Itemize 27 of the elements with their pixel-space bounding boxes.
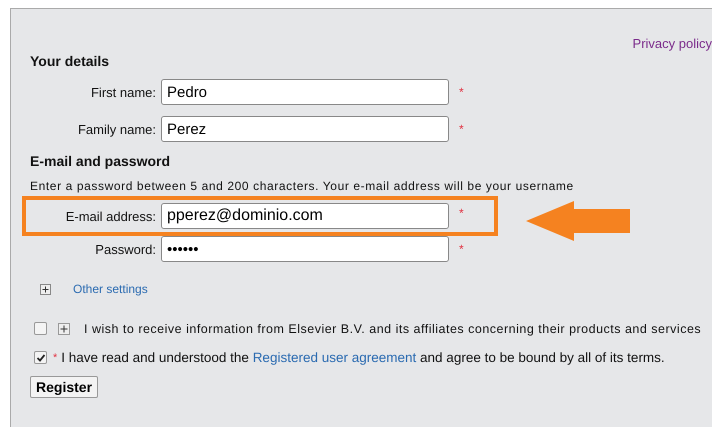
required-mark: * (53, 352, 58, 364)
privacy-policy-link[interactable]: Privacy policy (632, 36, 712, 51)
section-heading: E-mail and password (30, 153, 172, 169)
required-mark: * (459, 242, 464, 256)
checkbox[interactable] (34, 322, 47, 335)
required-mark: * (459, 85, 464, 99)
consent-text: I wish to receive information from Elsevier B.V. and its affiliates concerning their products and services (84, 322, 702, 336)
field-label: Family name: (76, 122, 157, 136)
expand-icon[interactable] (58, 322, 70, 334)
user-agreement-link[interactable]: Registered user agreement (252, 350, 416, 365)
agreement-text: I have read and understood the Registered user agreement and agree to be bound by all of its terms. (61, 350, 665, 365)
input-field[interactable]: •••••• (161, 236, 449, 262)
checkbox[interactable] (34, 351, 47, 364)
field-label: Password: (94, 242, 157, 256)
required-mark: * (459, 206, 464, 220)
section-heading: Your details (30, 53, 110, 69)
required-mark: * (459, 122, 464, 136)
input-field[interactable]: Perez (161, 116, 449, 142)
field-label: E-mail address: (64, 208, 157, 224)
arrow-icon (524, 199, 632, 243)
hint-text: Enter a password between 5 and 200 characters. Your e-mail address will be your username (30, 179, 575, 193)
register-button[interactable]: Register (30, 376, 98, 398)
field-label: First name: (90, 84, 157, 100)
plus-box-icon[interactable] (40, 284, 51, 294)
input-field[interactable]: Pedro (161, 79, 449, 105)
other-settings-link[interactable]: Other settings (73, 282, 148, 296)
input-field[interactable]: pperez@dominio.com (161, 203, 449, 229)
